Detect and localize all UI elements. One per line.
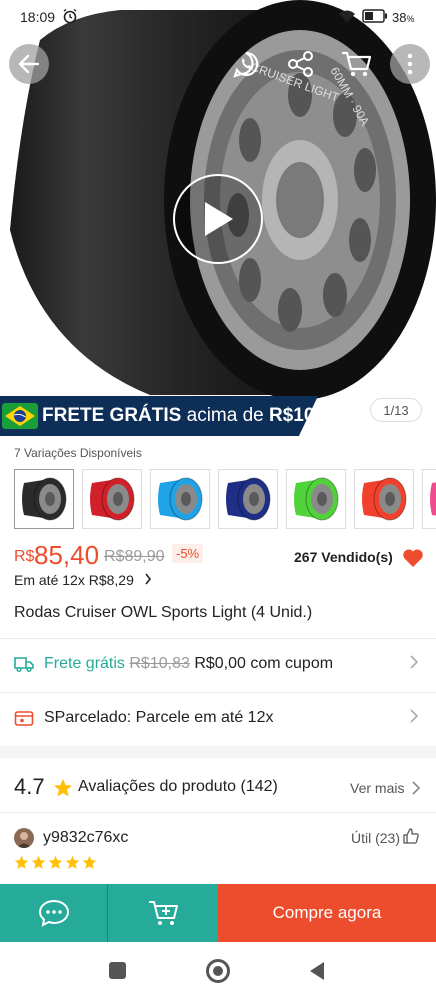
variation-option[interactable] xyxy=(150,469,210,529)
play-icon xyxy=(205,202,233,236)
whatsapp-button[interactable] xyxy=(226,44,266,84)
battery-percent: 38% xyxy=(392,10,415,25)
system-navigation-bar xyxy=(0,942,436,1000)
wheel-thumbnail-image xyxy=(22,477,67,521)
installment-plan-label: SParcelado: Parcele em até 12x xyxy=(44,709,274,726)
chevron-right-icon xyxy=(410,709,418,723)
wheel-thumbnail-image xyxy=(430,482,436,516)
wheel-thumbnail-image xyxy=(158,477,203,521)
star-icon xyxy=(48,855,63,875)
variation-option[interactable] xyxy=(82,469,142,529)
star-icon xyxy=(31,855,46,875)
wheel-thumbnail-image xyxy=(294,477,339,521)
installment-plan-row[interactable]: SParcelado: Parcele em até 12x xyxy=(0,692,436,744)
product-title: Rodas Cruiser OWL Sports Light (4 Unid.) xyxy=(14,604,313,621)
star-icon xyxy=(54,779,72,797)
back-triangle-icon[interactable] xyxy=(308,961,326,981)
current-price: 85,40 xyxy=(34,540,100,570)
sold-count: 267 Vendido(s) xyxy=(294,549,393,565)
discount-badge: -5% xyxy=(172,544,204,563)
avatar xyxy=(14,828,34,848)
product-ratings-header[interactable]: 4.7 Avaliações do produto (142) Ver mais xyxy=(0,768,436,808)
heart-icon[interactable] xyxy=(402,548,424,573)
chat-icon xyxy=(38,899,69,927)
installments-link[interactable]: Em até 12x R$8,29 xyxy=(14,572,152,588)
variation-thumbnails xyxy=(14,469,436,529)
chevron-right-icon xyxy=(412,781,420,795)
wifi-icon xyxy=(338,9,356,26)
banner-suffix: acima de xyxy=(181,405,269,426)
arrow-left-icon xyxy=(18,54,40,74)
alarm-icon xyxy=(62,8,78,27)
banner-title: FRETE GRÁTIS xyxy=(42,405,182,426)
section-separator xyxy=(0,746,436,758)
home-button[interactable] xyxy=(206,959,230,983)
image-counter: 1/13 xyxy=(370,398,422,422)
see-more-link[interactable]: Ver mais xyxy=(350,780,404,796)
variation-option[interactable] xyxy=(218,469,278,529)
ratings-label: Avaliações do produto (142) xyxy=(78,778,278,795)
variation-option[interactable] xyxy=(354,469,414,529)
truck-icon xyxy=(14,657,34,673)
wallet-icon xyxy=(14,711,34,726)
wheel-thumbnail-image xyxy=(226,477,271,521)
review-stars xyxy=(14,855,97,875)
brazil-flag-icon xyxy=(2,403,38,429)
variation-option[interactable] xyxy=(422,469,436,529)
cart-icon xyxy=(342,51,372,77)
thumbs-up-icon[interactable] xyxy=(403,828,419,844)
buy-now-button[interactable]: Compre agora xyxy=(218,884,436,942)
chevron-right-icon xyxy=(410,655,418,669)
variation-option[interactable] xyxy=(14,469,74,529)
free-shipping-label: Frete grátis xyxy=(44,655,125,672)
shipping-old-price: R$10,83 xyxy=(129,655,190,672)
wheel-thumbnail-image xyxy=(90,477,135,521)
original-price: R$89,90 xyxy=(104,548,165,565)
variations-label: 7 Variações Disponíveis xyxy=(14,446,142,460)
add-to-cart-button[interactable] xyxy=(108,884,218,942)
add-to-cart-icon xyxy=(149,901,178,925)
price-currency: R$ xyxy=(14,548,35,565)
reviewer-username: y9832c76xc xyxy=(43,829,129,846)
free-shipping-banner: FRETE GRÁTIS acima de R$10 xyxy=(0,396,318,436)
star-icon xyxy=(14,855,29,875)
recent-apps-button[interactable] xyxy=(109,962,126,979)
star-icon xyxy=(65,855,80,875)
review-item: y9832c76xc Útil (23) xyxy=(0,820,436,880)
whatsapp-icon xyxy=(233,51,259,78)
more-options-button[interactable] xyxy=(390,44,430,84)
variation-option[interactable] xyxy=(286,469,346,529)
battery-icon xyxy=(362,9,388,26)
bottom-action-bar: Compre agora xyxy=(0,884,436,942)
play-video-button[interactable] xyxy=(173,174,263,264)
more-vertical-icon xyxy=(407,53,413,75)
status-time: 18:09 xyxy=(20,9,56,25)
shipping-row[interactable]: Frete grátis R$10,83 R$0,00 com cupom xyxy=(0,638,436,690)
chevron-right-icon xyxy=(145,573,151,585)
wheel-thumbnail-image xyxy=(362,477,407,521)
shipping-new-price: R$0,00 com cupom xyxy=(189,655,334,672)
helpful-count: Útil (23) xyxy=(351,830,401,846)
cart-button[interactable] xyxy=(336,44,376,84)
rating-score: 4.7 xyxy=(14,774,45,799)
star-icon xyxy=(82,855,97,875)
chat-button[interactable] xyxy=(0,884,108,942)
status-bar: 18:09 38% xyxy=(0,0,436,34)
divider xyxy=(0,812,436,813)
share-icon xyxy=(288,51,313,77)
back-button[interactable] xyxy=(9,44,49,84)
price-row: R$ 85,40 R$89,90 -5% 267 Vendido(s) xyxy=(14,540,424,572)
share-button[interactable] xyxy=(281,44,321,84)
